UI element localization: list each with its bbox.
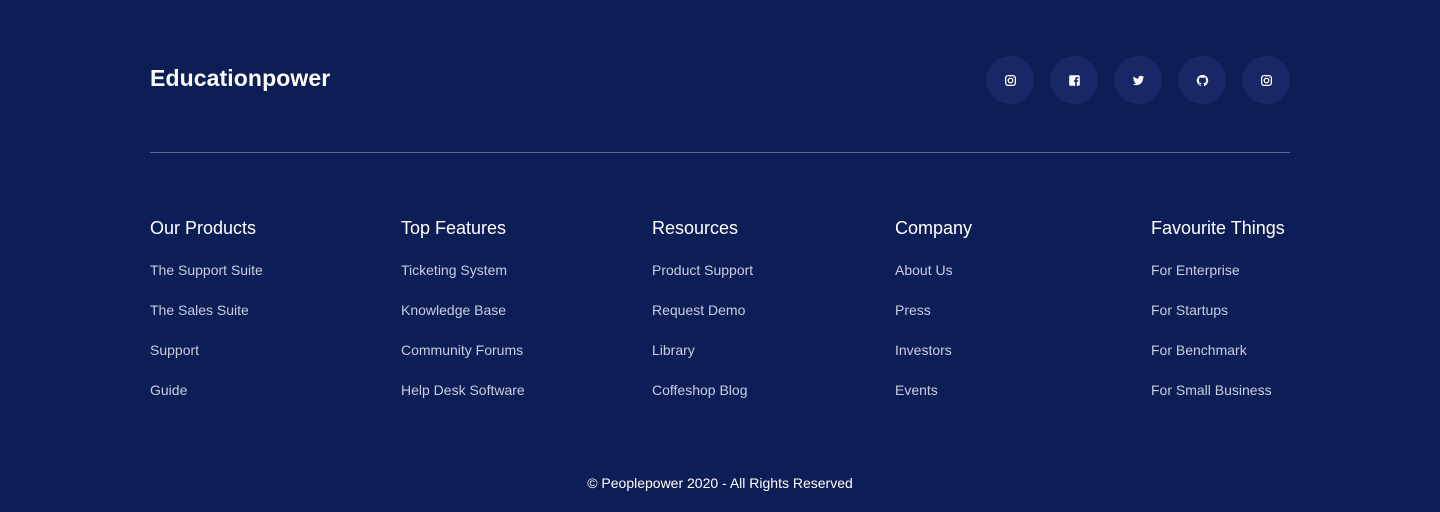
instagram-button-2[interactable] [1242, 56, 1290, 104]
footer-link[interactable]: The Sales Suite [150, 302, 249, 318]
instagram-icon [1004, 74, 1017, 87]
twitter-button[interactable] [1114, 56, 1162, 104]
footer-link[interactable]: For Startups [1151, 302, 1228, 318]
footer-link[interactable]: Help Desk Software [401, 382, 525, 398]
footer-link[interactable]: Coffeshop Blog [652, 382, 747, 398]
footer-link[interactable]: Community Forums [401, 342, 523, 358]
column-company: Company About Us Press Investors Events [895, 216, 972, 422]
footer-link[interactable]: Product Support [652, 262, 753, 278]
footer-divider [150, 152, 1290, 153]
column-title: Company [895, 218, 973, 238]
footer-link[interactable]: Library [652, 342, 695, 358]
footer-link[interactable]: Knowledge Base [401, 302, 506, 318]
footer-link[interactable]: Events [895, 382, 938, 398]
footer-link[interactable]: For Enterprise [1151, 262, 1240, 278]
column-title: Our Products [150, 218, 257, 238]
column-favourite-things: Favourite Things For Enterprise For Star… [1151, 216, 1285, 422]
github-icon [1196, 74, 1209, 87]
social-links [986, 56, 1290, 104]
facebook-button[interactable] [1050, 56, 1098, 104]
brand-logo[interactable]: Educationpower [150, 65, 330, 92]
instagram-button[interactable] [986, 56, 1034, 104]
column-links: For Enterprise For Startups For Benchmar… [1151, 262, 1285, 422]
footer-link[interactable]: Investors [895, 342, 952, 358]
footer-link[interactable]: For Benchmark [1151, 342, 1247, 358]
column-top-features: Top Features Ticketing System Knowledge … [401, 216, 525, 422]
column-title: Top Features [401, 218, 507, 238]
column-our-products: Our Products The Support Suite The Sales… [150, 216, 263, 422]
site-footer: Educationpower Our Products The Support … [0, 0, 1440, 512]
column-resources: Resources Product Support Request Demo L… [652, 216, 753, 422]
instagram-icon [1260, 74, 1273, 87]
column-title: Favourite Things [1151, 218, 1285, 238]
footer-link[interactable]: About Us [895, 262, 953, 278]
github-button[interactable] [1178, 56, 1226, 104]
footer-link[interactable]: For Small Business [1151, 382, 1272, 398]
footer-link[interactable]: Ticketing System [401, 262, 507, 278]
twitter-icon [1132, 74, 1145, 87]
footer-link[interactable]: Guide [150, 382, 187, 398]
column-links: About Us Press Investors Events [895, 262, 972, 422]
column-title: Resources [652, 218, 739, 238]
column-links: Product Support Request Demo Library Cof… [652, 262, 753, 422]
column-links: Ticketing System Knowledge Base Communit… [401, 262, 525, 422]
facebook-icon [1068, 74, 1081, 87]
footer-link[interactable]: The Support Suite [150, 262, 263, 278]
footer-link[interactable]: Press [895, 302, 931, 318]
column-links: The Support Suite The Sales Suite Suppor… [150, 262, 263, 422]
footer-top-row: Educationpower [150, 56, 1290, 104]
footer-link[interactable]: Request Demo [652, 302, 745, 318]
copyright-text: © Peoplepower 2020 - All Rights Reserved [587, 475, 853, 491]
footer-link[interactable]: Support [150, 342, 199, 358]
